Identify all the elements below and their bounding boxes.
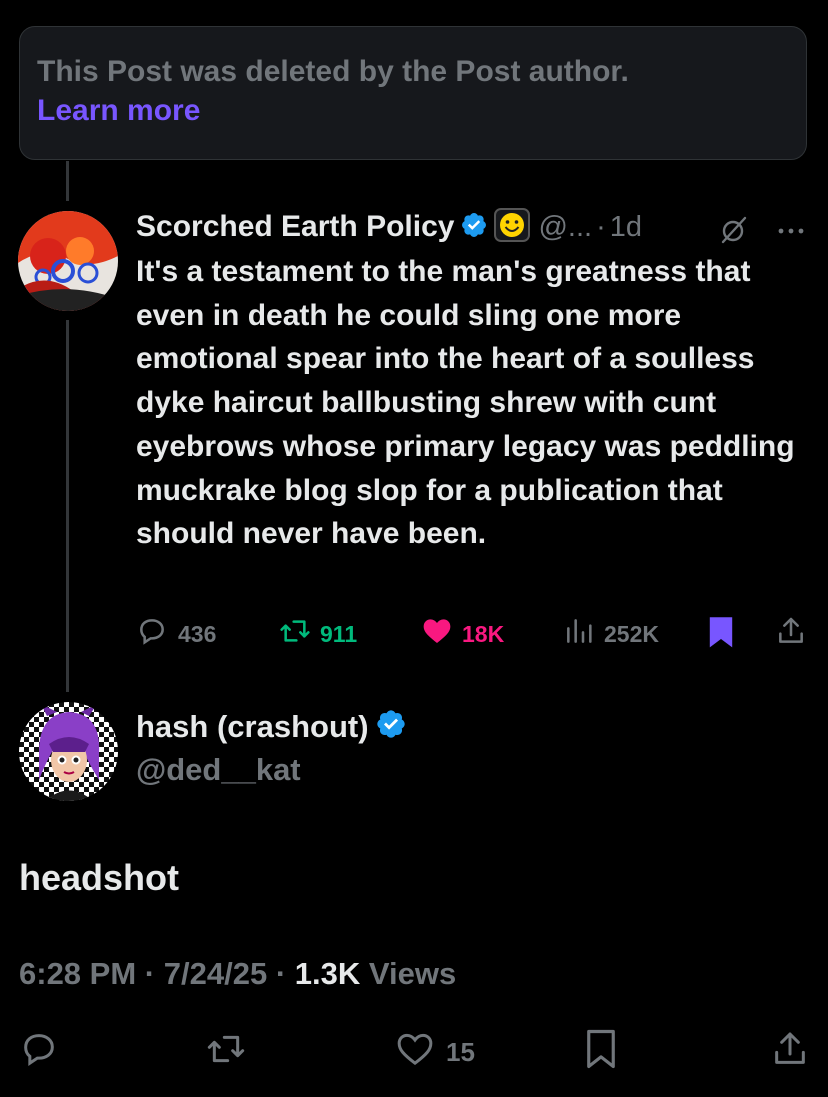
reply-icon [136, 615, 168, 653]
main-like-count: 15 [446, 1037, 475, 1067]
reply-icon [19, 1029, 59, 1076]
thread-line-middle [66, 320, 69, 692]
main-author-avatar[interactable] [19, 702, 118, 801]
quoted-author-handle[interactable]: @... [538, 211, 592, 244]
post-metadata: 6:28 PM · 7/24/25 · 1.3K Views [19, 956, 456, 992]
like-icon [394, 1029, 436, 1076]
bookmark-icon [707, 615, 735, 655]
share-icon [775, 614, 807, 654]
learn-more-link[interactable]: Learn more [37, 94, 200, 128]
header-separator: · [596, 210, 606, 243]
reply-action[interactable]: 436 [136, 615, 216, 653]
post-date[interactable]: 7/24/25 [164, 956, 267, 991]
like-action[interactable]: 18K [420, 615, 504, 653]
meta-separator: · [144, 956, 156, 991]
main-reply-button[interactable] [19, 1029, 59, 1076]
main-bookmark-button[interactable] [583, 1028, 619, 1077]
bookmark-action[interactable] [707, 615, 735, 655]
quoted-author-avatar[interactable] [18, 211, 118, 311]
deleted-post-notice: This Post was deleted by the Post author… [19, 26, 807, 160]
more-icon[interactable] [777, 222, 805, 240]
grok-icon[interactable] [717, 213, 751, 252]
affiliate-smiley-icon[interactable] [494, 207, 531, 247]
main-repost-button[interactable] [205, 1029, 247, 1076]
verified-badge-icon [460, 211, 488, 244]
main-share-button[interactable] [770, 1028, 810, 1077]
deleted-notice-text: This Post was deleted by the Post author… [37, 55, 629, 88]
thread-line-top [66, 161, 69, 201]
views-icon [562, 615, 596, 653]
main-like-button[interactable]: 15 [394, 1029, 475, 1076]
main-post-text: headshot [19, 857, 180, 898]
post-views-label: Views [368, 956, 457, 991]
share-icon [770, 1028, 810, 1077]
main-author-name[interactable]: hash (crashout) [136, 709, 369, 745]
share-action[interactable] [775, 614, 807, 654]
views-count: 252K [604, 620, 659, 647]
repost-icon [205, 1029, 247, 1076]
main-author-handle[interactable]: @ded__kat [136, 752, 301, 788]
views-action[interactable]: 252K [562, 615, 659, 653]
quoted-post-text: It's a testament to the man's greatness … [136, 255, 795, 551]
reply-count: 436 [178, 620, 217, 647]
repost-count: 911 [320, 620, 358, 647]
quoted-post-header: Scorched Earth Policy @... · 1d [136, 207, 642, 247]
post-views-count: 1.3K [294, 956, 361, 991]
meta-separator: · [275, 956, 287, 991]
quoted-author-name[interactable]: Scorched Earth Policy [136, 210, 454, 244]
verified-badge-icon [375, 708, 407, 745]
post-time[interactable]: 6:28 PM [19, 956, 136, 991]
like-count: 18K [462, 620, 505, 647]
repost-action[interactable]: 911 [278, 615, 357, 653]
like-icon [420, 615, 454, 653]
bookmark-icon [583, 1028, 619, 1077]
repost-icon [278, 615, 312, 653]
main-author-header: hash (crashout) [136, 708, 407, 745]
quoted-post-age[interactable]: 1d [610, 211, 642, 244]
